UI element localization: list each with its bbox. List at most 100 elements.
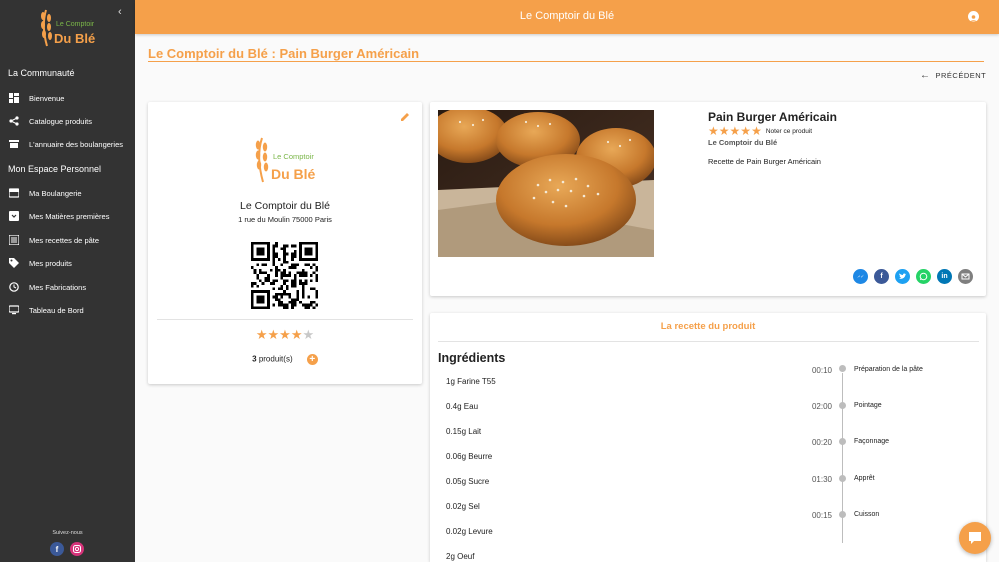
product-description: Recette de Pain Burger Américain [708,157,821,166]
sidebar-item-bienvenue[interactable]: Bienvenue [0,88,135,108]
ingredient-item: 2g Oeuf [446,552,475,561]
top-app-bar: Le Comptoir du Blé [135,0,999,34]
svg-text:Le Comptoir: Le Comptoir [273,152,314,161]
whatsapp-share-icon[interactable] [916,269,931,284]
ingredient-item: 0.15g Lait [446,427,482,436]
ingredient-item: 0.4g Eau [446,402,479,411]
product-brand: Le Comptoir du Blé [708,138,778,147]
ingredient-item: 0.02g Sel [446,502,480,511]
facebook-icon[interactable]: f [50,542,64,556]
star-icon[interactable]: ★ [256,327,268,343]
star-icon[interactable]: ★ [302,327,314,343]
sidebar-item-fabrications[interactable]: Mes Fabrications [0,277,135,297]
timeline-time: 02:00 [811,402,832,411]
ingredient-item: 0.02g Levure [446,527,493,536]
star-icon[interactable]: ★ [708,124,719,138]
chat-button[interactable] [959,522,991,554]
sidebar-item-label: Mes produits [29,258,72,268]
timeline-step: Préparation de la pâte [854,366,923,373]
sidebar-item-catalogue[interactable]: Catalogue produits [0,111,135,131]
section-community-title: La Communauté [8,68,75,78]
sidebar-item-label: L'annuaire des boulangeries [29,139,124,149]
bakery-logo: Le Comptoir Du Blé [252,134,322,186]
sidebar: Le Comptoir Du Blé ‹ La Communauté Bienv… [0,0,135,562]
timeline-time: 00:20 [811,438,832,447]
sidebar-item-label: Catalogue produits [29,116,92,126]
linkedin-share-icon[interactable]: in [937,269,952,284]
sidebar-item-matieres[interactable]: Mes Matières premières [0,206,135,226]
ingredient-item: 0.06g Beurre [446,452,493,461]
email-share-icon[interactable] [958,269,973,284]
facebook-share-icon[interactable]: f [874,269,889,284]
bakery-card: Le Comptoir Du Blé Le Comptoir du Blé 1 … [148,102,422,384]
chat-bubble-icon [968,531,982,550]
instagram-icon[interactable] [70,542,84,556]
svg-text:Du Blé: Du Blé [271,166,316,182]
star-icon[interactable]: ★ [268,327,280,343]
svg-text:Du Blé: Du Blé [54,31,95,46]
sidebar-item-label: Mes Fabrications [29,282,87,292]
account-icon[interactable] [968,11,979,22]
edit-icon[interactable] [400,109,410,127]
inbox-icon [9,211,19,221]
ingredients-title: Ingrédients [438,351,506,365]
timeline-step: Cuisson [854,511,880,518]
twitter-share-icon[interactable] [895,269,910,284]
timeline-time: 00:15 [811,511,832,520]
timeline-dot [839,402,846,409]
ingredient-item: 0.05g Sucre [446,477,490,486]
timeline-dot [839,438,846,445]
arrow-left-icon: ← [920,70,931,81]
add-product-icon[interactable]: + [306,354,318,365]
recipe-divider [438,341,979,342]
svg-text:Le Comptoir: Le Comptoir [56,21,95,28]
sidebar-item-annuaire[interactable]: L'annuaire des boulangeries [0,134,135,154]
timeline-dot [839,475,846,482]
timeline-time: 01:30 [811,475,832,484]
recipe-heading: La recette du produit [660,321,756,332]
follow-us-label: Suivez-nous [52,530,83,536]
timeline-dot [839,511,846,518]
sidebar-item-label: Bienvenue [29,93,65,103]
ingredient-item: 1g Farine T55 [446,377,496,386]
share-icon [9,116,19,126]
messenger-share-icon[interactable] [853,269,868,284]
collapse-sidebar-button[interactable]: ‹ [118,6,122,18]
product-image [438,110,654,257]
product-count-suffix: produit(s) [256,354,293,364]
star-icon[interactable]: ★ [719,124,730,138]
sidebar-item-ma-boulangerie[interactable]: Ma Boulangerie [0,183,135,203]
timeline-step: Apprêt [854,475,875,482]
storefront-icon [8,188,20,198]
sidebar-item-label: Tableau de Bord [29,305,84,315]
back-button[interactable]: ← PRÉCÉDENT [920,70,986,81]
clock-icon [9,282,19,292]
star-icon[interactable]: ★ [740,124,751,138]
timeline-time: 00:10 [811,366,832,375]
section-personal-title: Mon Espace Personnel [8,164,102,174]
sidebar-item-label: Mes Matières premières [29,211,110,221]
timeline-step: Façonnage [854,438,890,445]
product-card: Pain Burger Américain ★★★★★ Noter ce pro… [430,102,986,296]
sidebar-item-tableau[interactable]: Tableau de Bord [0,300,135,320]
product-title: Pain Burger Américain [708,110,837,124]
qr-code[interactable] [251,242,318,309]
star-icon[interactable]: ★ [279,327,291,343]
star-icon[interactable]: ★ [751,124,762,138]
brand-logo[interactable]: Le Comptoir Du Blé [38,6,100,50]
timeline-step: Pointage [854,402,882,409]
bakery-address: 1 rue du Moulin 75000 Paris [238,215,332,224]
list-icon [8,234,20,246]
star-icon[interactable]: ★ [730,124,741,138]
store-icon [9,139,19,149]
star-icon[interactable]: ★ [291,327,303,343]
back-label: PRÉCÉDENT [935,71,987,80]
app-title: Le Comptoir du Blé [519,10,615,22]
sidebar-item-produits[interactable]: Mes produits [0,253,135,273]
rate-product-label[interactable]: Noter ce produit [766,128,812,135]
sidebar-item-recettes[interactable]: Mes recettes de pâte [0,230,135,250]
product-rating[interactable]: ★★★★★ [708,124,762,138]
bakery-rating: ★★★★★ [148,327,422,343]
tag-icon [9,258,19,268]
product-count: 3 produit(s) + [148,354,422,365]
